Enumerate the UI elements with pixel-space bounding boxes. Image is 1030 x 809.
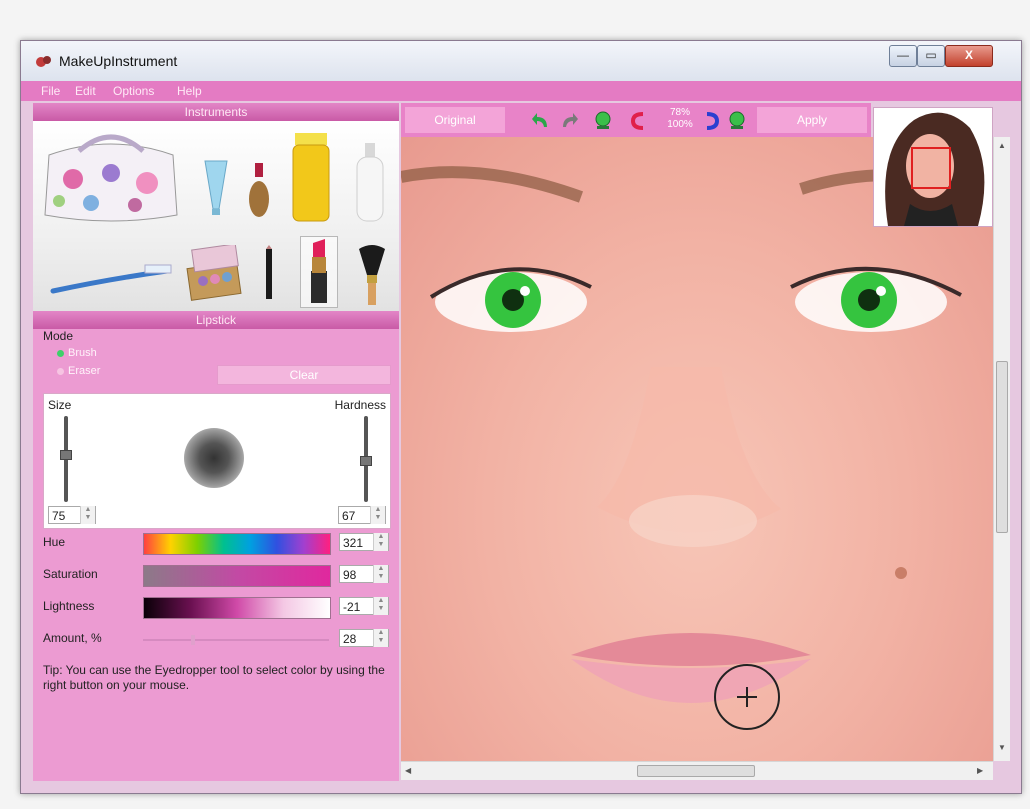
scroll-up-icon[interactable]: ▲ — [998, 141, 1006, 150]
eraser-radio[interactable]: Eraser — [57, 365, 100, 377]
rotate-left-icon[interactable] — [629, 111, 649, 131]
zoom-out-icon[interactable] — [727, 111, 747, 131]
vertical-scrollbar[interactable]: ▲ ▼ — [993, 137, 1010, 761]
hue-spinner-arrows[interactable]: ▲ ▼ — [373, 533, 388, 551]
lightness-value: -21 — [343, 600, 361, 614]
hue-value: 321 — [343, 536, 364, 550]
menu-file[interactable]: File — [41, 84, 60, 98]
minimize-button[interactable]: — — [889, 45, 917, 67]
window-title: MakeUpInstrument — [59, 53, 178, 69]
instruments-area — [33, 121, 399, 311]
scroll-left-icon[interactable]: ◀ — [405, 766, 411, 775]
eyeshadow-palette-icon[interactable] — [185, 245, 243, 301]
photo-canvas[interactable] — [401, 137, 993, 761]
radio-selected-indicator — [57, 349, 64, 357]
lightness-spinner[interactable]: -21 ▲ ▼ — [339, 597, 389, 615]
amount-label: Amount, % — [43, 631, 102, 645]
eraser-radio-label: Eraser — [68, 365, 101, 377]
amount-value: 28 — [343, 632, 357, 646]
lipstick-icon — [311, 239, 327, 303]
vertical-scroll-thumb[interactable] — [996, 361, 1008, 533]
scroll-down-icon[interactable]: ▼ — [998, 743, 1006, 752]
amount-spinner-arrows[interactable]: ▲ ▼ — [373, 629, 388, 647]
clear-button[interactable]: Clear — [217, 365, 391, 385]
hardness-value: 67 — [342, 509, 356, 523]
brush-preview-box: Size Hardness 75 ▲ ▼ 67 ▲ ▼ — [43, 393, 391, 529]
menu-help[interactable]: Help — [177, 84, 202, 98]
zoom-ratio: 100% — [667, 119, 693, 130]
tip-text: Tip: You can use the Eyedropper tool to … — [43, 663, 385, 692]
radio-unselected-indicator — [57, 367, 64, 375]
menu-bar: File Edit Options Help — [21, 81, 1021, 101]
original-button[interactable]: Original — [405, 107, 505, 133]
saturation-spinner[interactable]: 98 ▲ ▼ — [339, 565, 389, 583]
hardness-spinner[interactable]: 67 ▲ ▼ — [338, 506, 386, 524]
saturation-label: Saturation — [43, 567, 98, 581]
saturation-value: 98 — [343, 568, 357, 582]
brush-radio[interactable]: Brush — [57, 347, 97, 359]
redo-icon[interactable] — [559, 111, 579, 131]
brush-radio-label: Brush — [68, 347, 97, 359]
thumbnail-image — [885, 112, 985, 226]
menu-options[interactable]: Options — [113, 84, 154, 98]
lightness-spinner-arrows[interactable]: ▲ ▼ — [373, 597, 388, 615]
amount-spinner[interactable]: 28 ▲ ▼ — [339, 629, 389, 647]
size-label: Size — [48, 398, 72, 412]
saturation-bar[interactable] — [143, 565, 331, 587]
powder-tube-icon[interactable] — [291, 133, 331, 223]
size-slider-thumb[interactable] — [60, 450, 72, 460]
rotate-right-icon[interactable] — [701, 111, 721, 131]
zoom-in-icon[interactable] — [593, 111, 613, 131]
app-icon — [36, 56, 51, 67]
hue-label: Hue — [43, 535, 66, 549]
hue-bar[interactable] — [143, 533, 331, 555]
face-image — [401, 166, 983, 730]
makeup-bag-icon[interactable] — [39, 127, 183, 225]
size-value: 75 — [52, 509, 66, 523]
mode-label: Mode — [43, 329, 74, 343]
navigator-thumbnail[interactable] — [873, 107, 993, 227]
toolbar: Original 78% 100% Apply — [401, 103, 871, 137]
zoom-percent: 78% — [669, 107, 690, 118]
blush-brush-icon[interactable] — [355, 245, 389, 307]
hardness-slider-thumb[interactable] — [360, 456, 372, 466]
size-spinner-arrows[interactable]: ▲ ▼ — [80, 506, 95, 524]
lightness-bar[interactable] — [143, 597, 331, 619]
horizontal-scroll-thumb[interactable] — [637, 765, 755, 777]
lotion-bottle-icon[interactable] — [353, 143, 387, 223]
lipstick-header: Lipstick — [33, 311, 399, 329]
horizontal-scrollbar[interactable]: ◀ ▶ — [401, 761, 993, 780]
instruments-header: Instruments — [33, 103, 399, 121]
toothbrush-icon[interactable] — [49, 261, 175, 297]
eyeliner-icon[interactable] — [261, 245, 277, 303]
lipstick-tool[interactable] — [300, 236, 338, 308]
hardness-label: Hardness — [334, 398, 386, 412]
size-spinner[interactable]: 75 ▲ ▼ — [48, 506, 96, 524]
close-button[interactable]: X — [945, 45, 993, 67]
brush-preview — [184, 428, 244, 488]
left-panel: Instruments Lipstick Mode Brush Eraser C… — [33, 103, 399, 781]
maximize-button[interactable]: ▭ — [917, 45, 945, 67]
app-window: MakeUpInstrument — ▭ X File Edit Options… — [20, 40, 1022, 794]
foundation-bottle-icon[interactable] — [247, 163, 271, 219]
menu-edit[interactable]: Edit — [75, 84, 96, 98]
hue-spinner[interactable]: 321 ▲ ▼ — [339, 533, 389, 551]
zoom-level: 78% 100% — [663, 107, 697, 131]
title-bar: MakeUpInstrument — ▭ X — [21, 41, 1021, 81]
scroll-right-icon[interactable]: ▶ — [977, 766, 983, 775]
amount-slider[interactable] — [143, 639, 329, 641]
undo-icon[interactable] — [531, 111, 551, 131]
apply-button[interactable]: Apply — [757, 107, 867, 133]
hardness-spinner-arrows[interactable]: ▲ ▼ — [370, 506, 385, 524]
saturation-spinner-arrows[interactable]: ▲ ▼ — [373, 565, 388, 583]
lightness-label: Lightness — [43, 599, 95, 613]
concealer-tube-icon[interactable] — [201, 157, 231, 217]
amount-slider-thumb[interactable] — [191, 635, 195, 645]
